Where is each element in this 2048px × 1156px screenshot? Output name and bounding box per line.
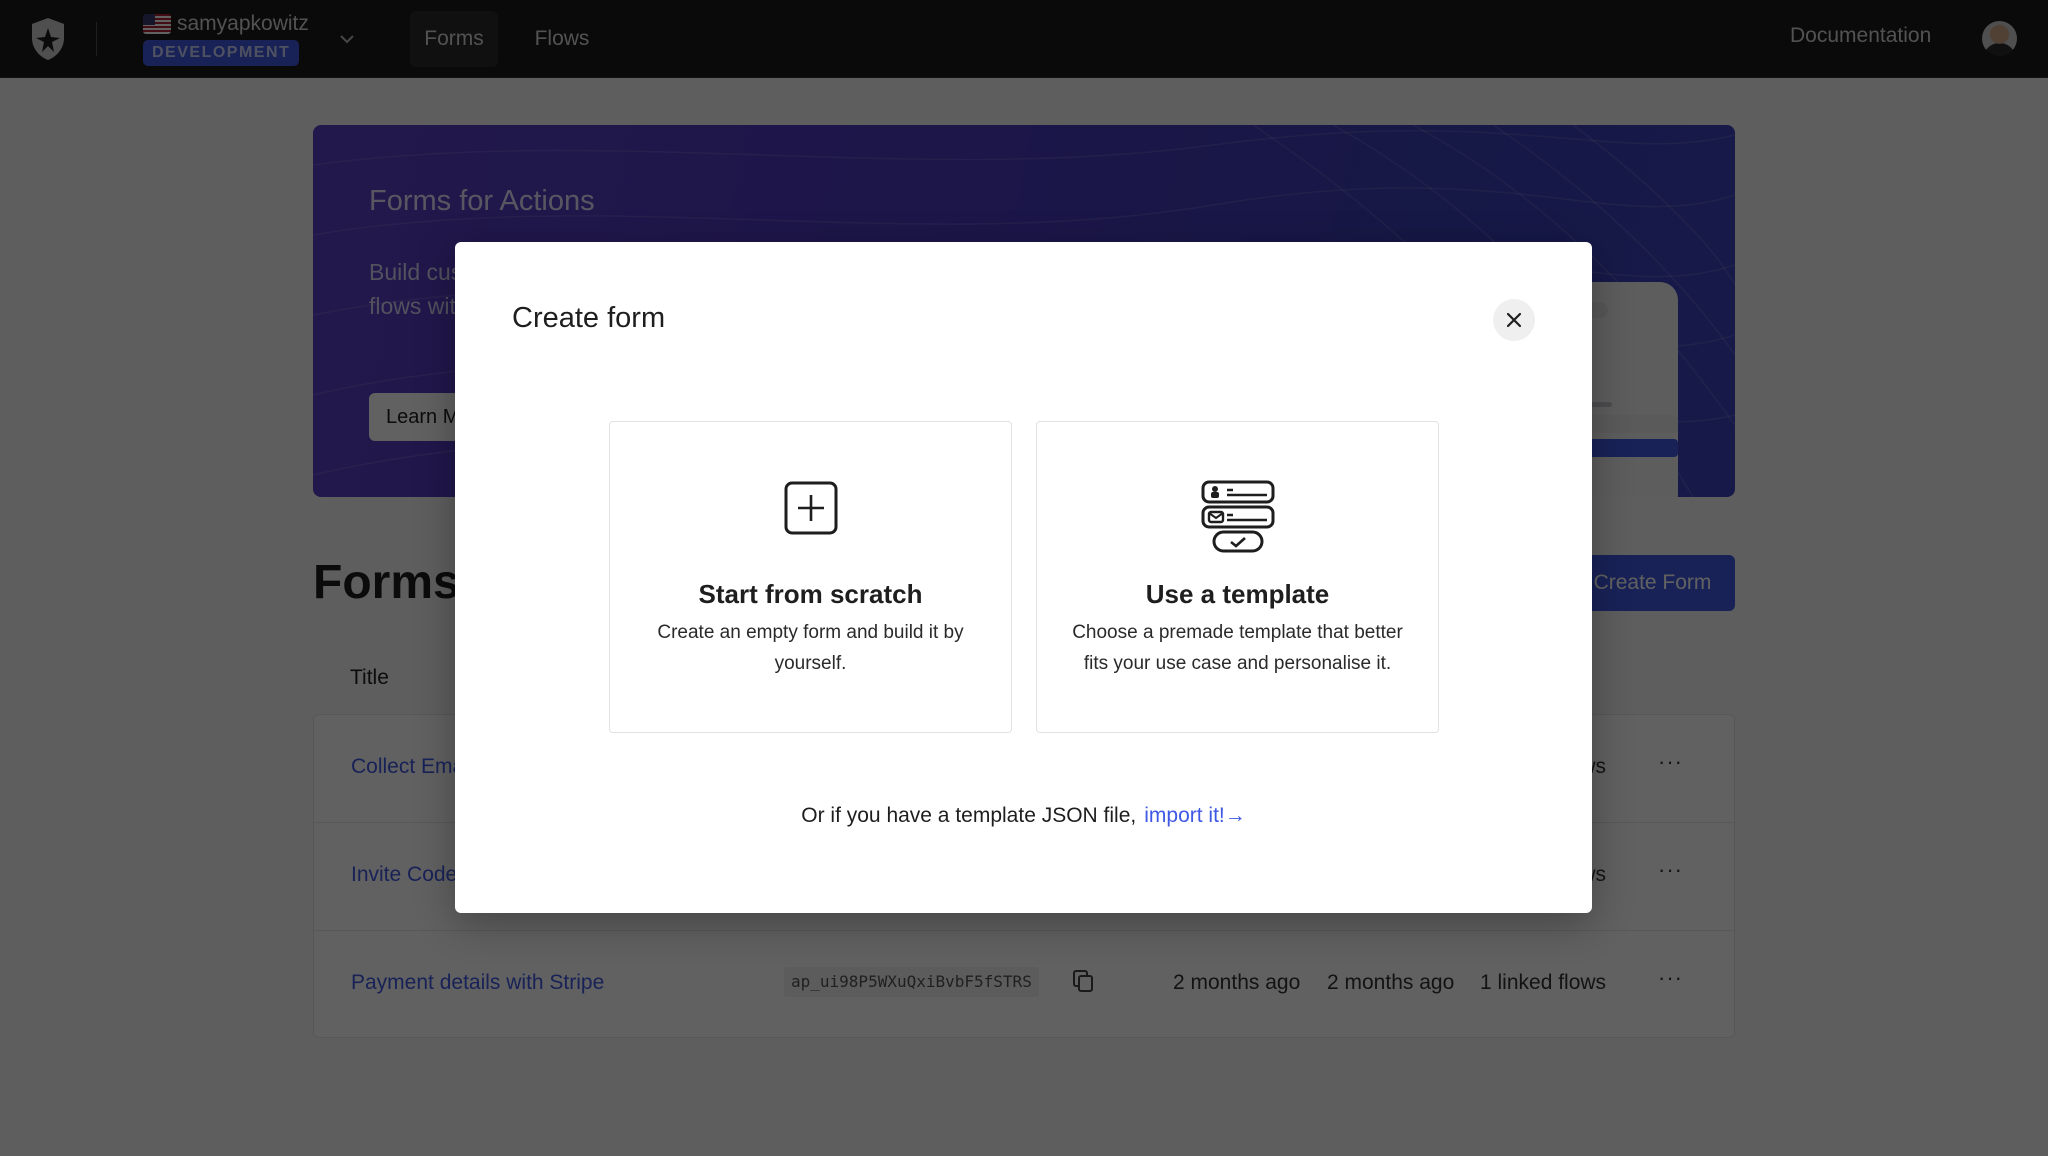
import-prompt: Or if you have a template JSON file, impo…: [455, 804, 1592, 828]
option-description: Choose a premade template that better fi…: [1072, 622, 1403, 674]
close-button[interactable]: [1493, 299, 1535, 341]
dialog-title: Create form: [512, 302, 666, 334]
option-description: Create an empty form and build it by you…: [657, 622, 964, 674]
close-icon: [1506, 312, 1522, 328]
plus-square-icon: [784, 481, 837, 535]
form-template-icon: [1201, 480, 1274, 553]
create-form-dialog: Create form Start from scratch Create an…: [455, 242, 1592, 913]
import-prompt-text: Or if you have a template JSON file,: [801, 804, 1137, 827]
use-a-template-option[interactable]: Use a template Choose a premade template…: [1036, 421, 1439, 733]
option-title: Use a template: [1145, 579, 1330, 609]
option-title: Start from scratch: [698, 579, 923, 609]
start-from-scratch-option[interactable]: Start from scratch Create an empty form …: [609, 421, 1012, 733]
import-json-link[interactable]: import it!→: [1144, 804, 1246, 827]
